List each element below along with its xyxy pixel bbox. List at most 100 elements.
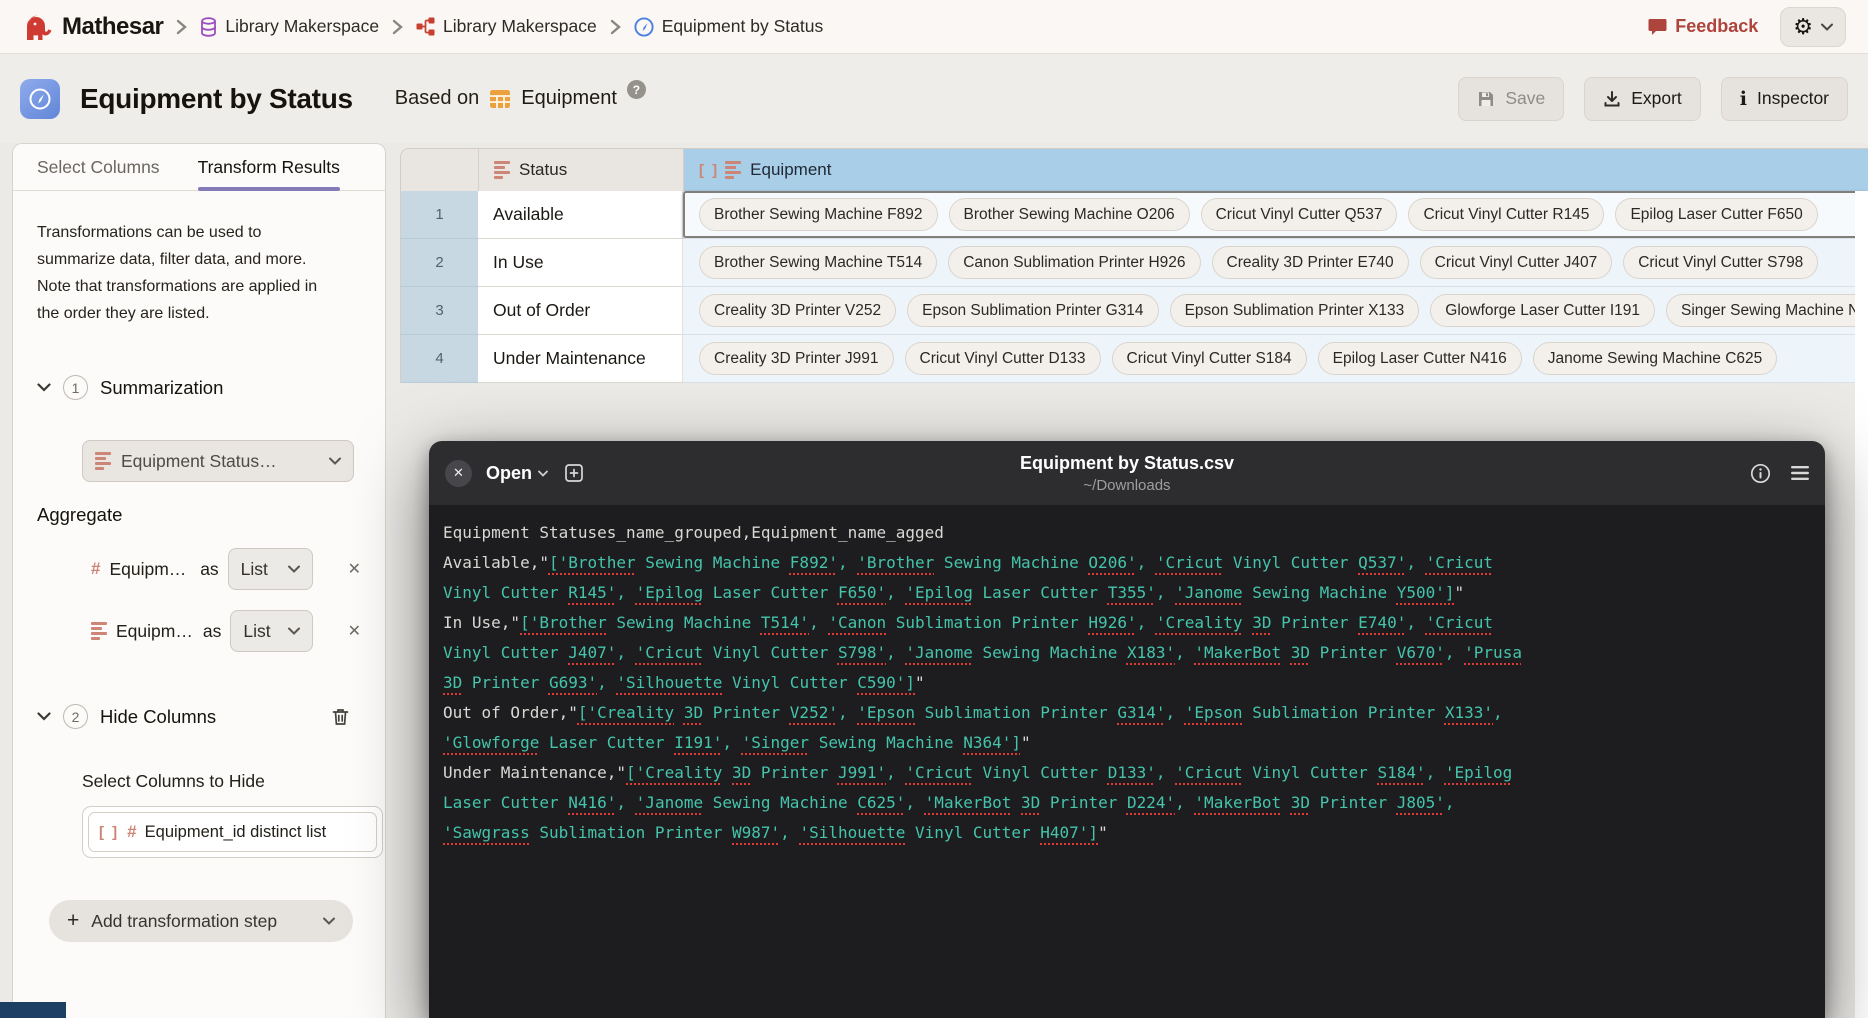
equipment-cell[interactable]: Brother Sewing Machine T514 Canon Sublima… — [683, 239, 1868, 287]
status-column-header[interactable]: Status — [479, 149, 684, 191]
equipment-column-label: Equipment — [750, 160, 831, 180]
equipment-cell[interactable]: Creality 3D Printer V252 Epson Sublimatio… — [683, 287, 1868, 335]
source-table-link[interactable]: Equipment — [521, 87, 617, 110]
csv-segment: Printer — [703, 703, 790, 722]
csv-segment: , — [1166, 703, 1185, 722]
breadcrumb-separator-icon — [176, 19, 187, 35]
based-on-block: Based on Equipment ? — [395, 87, 646, 110]
page-header: Equipment by Status Based on Equipment ?… — [0, 54, 1868, 143]
csv-segment: Vinyl Cutter — [443, 583, 568, 602]
equipment-chip[interactable]: Creality 3D Printer J991 — [699, 342, 894, 375]
tab-transform-results[interactable]: Transform Results — [198, 144, 340, 190]
equipment-chip[interactable]: Cricut Vinyl Cutter R145 — [1408, 198, 1604, 231]
csv-segment: 'Cricut — [636, 643, 703, 662]
delete-step-button[interactable] — [332, 708, 349, 726]
breadcrumb-database[interactable]: Library Makerspace — [200, 16, 379, 37]
csv-segment: Vinyl Cutter — [722, 673, 857, 692]
table-row: 4Under MaintenanceCreality 3D Printer J9… — [400, 335, 1868, 383]
hamburger-menu-icon[interactable] — [1791, 466, 1809, 480]
feedback-button[interactable]: Feedback — [1648, 16, 1758, 37]
window-title-block: Equipment by Status.csv ~/Downloads — [1020, 453, 1234, 494]
csv-content[interactable]: Equipment Statuses_name_grouped,Equipmen… — [429, 505, 1825, 1018]
csv-segment: 'Epilog — [636, 583, 703, 602]
inspector-button[interactable]: i Inspector — [1721, 77, 1848, 121]
breadcrumb-exploration-label: Equipment by Status — [662, 16, 823, 37]
csv-segment: , — [1406, 553, 1425, 572]
equipment-chip[interactable]: Glowforge Laser Cutter I191 — [1430, 294, 1655, 327]
help-icon[interactable]: ? — [627, 80, 646, 99]
remove-aggregation-button[interactable]: ✕ — [348, 559, 361, 579]
row-number-cell[interactable]: 3 — [400, 287, 478, 335]
equipment-chip[interactable]: Creality 3D Printer E740 — [1212, 246, 1409, 279]
equipment-chip[interactable]: Cricut Vinyl Cutter J407 — [1420, 246, 1613, 279]
equipment-chip[interactable]: Creality 3D Printer V252 — [699, 294, 896, 327]
csv-segment: C625' — [857, 793, 905, 812]
csv-segment: N416' — [568, 793, 616, 812]
equipment-chip[interactable]: Cricut Vinyl Cutter Q537 — [1201, 198, 1398, 231]
open-label: Open — [486, 463, 532, 484]
csv-line: Equipment Statuses_name_grouped,Equipmen… — [443, 518, 1811, 548]
csv-segment: Printer — [1040, 793, 1127, 812]
aggregation-field: Equipm… — [116, 621, 194, 642]
step-summarization-header[interactable]: 1 Summarization — [37, 375, 361, 400]
mathesar-brand[interactable]: Mathesar — [22, 12, 163, 42]
row-number-cell[interactable]: 2 — [400, 239, 478, 287]
csv-segment: , — [905, 793, 924, 812]
settings-menu-button[interactable]: ⚙ — [1780, 7, 1846, 47]
equipment-chip[interactable]: Epilog Laser Cutter N416 — [1318, 342, 1522, 375]
equipment-cell[interactable]: Creality 3D Printer J991 Cricut Vinyl Cut… — [683, 335, 1868, 383]
step-hide-columns-header[interactable]: 2 Hide Columns — [37, 704, 361, 729]
status-cell[interactable]: Available — [478, 191, 683, 239]
csv-segment: Vinyl Cutter — [1243, 763, 1378, 782]
csv-segment: Sublimation Printer — [886, 613, 1088, 632]
csv-segment: 3D — [1291, 793, 1310, 812]
equipment-chip[interactable]: Singer Sewing Machine N364 — [1666, 294, 1868, 327]
csv-segment: , — [886, 643, 905, 662]
row-number-cell[interactable]: 1 — [400, 191, 478, 239]
csv-segment: G314' — [1117, 703, 1165, 722]
window-close-button[interactable]: ✕ — [445, 460, 472, 487]
equipment-chip[interactable]: Canon Sublimation Printer H926 — [948, 246, 1200, 279]
export-button[interactable]: Export — [1584, 77, 1701, 121]
equipment-chip[interactable]: Cricut Vinyl Cutter S184 — [1112, 342, 1307, 375]
equipment-chip[interactable]: Epson Sublimation Printer X133 — [1170, 294, 1420, 327]
equipment-chip[interactable]: Epson Sublimation Printer G314 — [907, 294, 1158, 327]
row-number-header-cell[interactable] — [401, 149, 479, 191]
equipment-chip[interactable]: Janome Sewing Machine C625 — [1533, 342, 1778, 375]
hidden-columns-input[interactable]: [ ] # Equipment_id distinct list — [82, 806, 383, 858]
aggregation-function-select[interactable]: List — [230, 610, 312, 652]
table-scrollbar-track[interactable] — [1855, 191, 1868, 1018]
breadcrumb-schema[interactable]: Library Makerspace — [416, 16, 597, 37]
equipment-chip[interactable]: Brother Sewing Machine O206 — [949, 198, 1190, 231]
equipment-chip[interactable]: Epilog Laser Cutter F650 — [1615, 198, 1817, 231]
csv-segment — [1281, 793, 1291, 812]
download-icon — [1603, 90, 1621, 108]
equipment-chip[interactable]: Cricut Vinyl Cutter S798 — [1623, 246, 1818, 279]
equipment-cell[interactable]: Brother Sewing Machine F892 Brother Sewin… — [683, 191, 1868, 239]
page-title: Equipment by Status — [80, 83, 353, 115]
csv-segment: , — [1445, 643, 1464, 662]
status-cell[interactable]: In Use — [478, 239, 683, 287]
row-number-cell[interactable]: 4 — [400, 335, 478, 383]
inspector-label: Inspector — [1757, 88, 1829, 109]
breadcrumb-exploration[interactable]: Equipment by Status — [634, 16, 823, 37]
aggregation-function-select[interactable]: List — [228, 548, 313, 590]
open-file-button[interactable]: Open — [486, 463, 548, 484]
tab-select-columns[interactable]: Select Columns — [37, 144, 160, 190]
editor-titlebar[interactable]: ✕ Open Equipment by Status.csv ~/Downloa… — [429, 441, 1825, 505]
document-info-icon[interactable] — [1750, 463, 1771, 484]
equipment-chip[interactable]: Brother Sewing Machine T514 — [699, 246, 937, 279]
csv-segment: Sublimation Printer — [1243, 703, 1445, 722]
equipment-column-header[interactable]: [ ] Equipment — [684, 149, 1868, 191]
hidden-column-chip[interactable]: [ ] # Equipment_id distinct list — [88, 812, 377, 852]
save-button[interactable]: Save — [1458, 77, 1564, 121]
csv-segment: , — [616, 643, 635, 662]
remove-aggregation-button[interactable]: ✕ — [348, 621, 361, 641]
equipment-chip[interactable]: Cricut Vinyl Cutter D133 — [905, 342, 1101, 375]
equipment-chip[interactable]: Brother Sewing Machine F892 — [699, 198, 938, 231]
status-cell[interactable]: Under Maintenance — [478, 335, 683, 383]
status-cell[interactable]: Out of Order — [478, 287, 683, 335]
add-transformation-step-button[interactable]: + Add transformation step — [49, 900, 353, 942]
new-tab-icon[interactable] — [564, 463, 584, 483]
group-column-select[interactable]: Equipment Status… — [82, 440, 354, 482]
